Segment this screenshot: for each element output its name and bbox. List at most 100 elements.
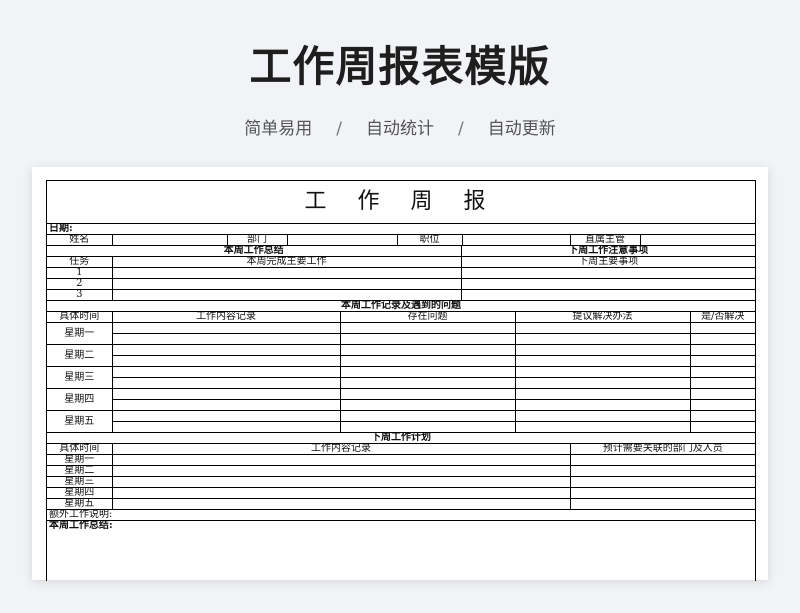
record-cell[interactable] xyxy=(514,355,691,367)
summary-table: 本周工作总结 下周工作注意事项 任务 本周完成主要工作 下周主要事项 1 2 3 xyxy=(47,246,755,301)
plan-cell[interactable] xyxy=(569,465,756,477)
record-cell[interactable] xyxy=(689,355,756,367)
tag-auto-update: 自动更新 xyxy=(487,119,556,139)
plan-header-depts: 预计需要关联的部门及人员 xyxy=(569,443,756,455)
task-cell[interactable] xyxy=(111,267,462,279)
task-cell[interactable] xyxy=(111,289,462,301)
record-cell[interactable] xyxy=(514,377,691,389)
spreadsheet-preview: 工 作 周 报 日期: 姓名 部门 职位 直属主管 本周工作总结 下周工作注意事… xyxy=(32,167,768,581)
weekday-cell: 星期一 xyxy=(47,322,113,345)
record-cell[interactable] xyxy=(339,410,516,422)
task-main-header: 本周完成主要工作 xyxy=(111,256,462,268)
record-cell[interactable] xyxy=(112,377,341,389)
tag-easy: 简单易用 xyxy=(244,119,313,139)
summary-section-title: 本周工作总结 xyxy=(47,246,462,257)
record-cell[interactable] xyxy=(514,410,691,422)
plan-table: 下周工作计划 具体时间 工作内容记录 预计需要关联的部门及人员 星期一 星期二 … xyxy=(47,433,756,531)
task-number: 2 xyxy=(47,278,113,290)
next-task-cell[interactable] xyxy=(460,278,755,290)
feature-tags: 简单易用 / 自动统计 / 自动更新 xyxy=(0,114,800,139)
record-cell[interactable] xyxy=(339,333,516,345)
plan-cell[interactable] xyxy=(111,487,571,499)
record-cell[interactable] xyxy=(112,421,341,433)
separator: / xyxy=(336,119,342,139)
supervisor-label: 直属主管 xyxy=(569,234,641,246)
next-task-cell[interactable] xyxy=(460,267,755,279)
record-table: 本周工作记录及遇到的问题 具体时间 工作内容记录 存在问题 提议解决办法 是/否… xyxy=(47,301,756,433)
record-cell[interactable] xyxy=(689,388,756,400)
name-cell[interactable] xyxy=(111,234,228,246)
info-table: 日期: 姓名 部门 职位 直属主管 xyxy=(47,224,756,246)
record-cell[interactable] xyxy=(689,377,756,389)
supervisor-cell[interactable] xyxy=(639,234,756,246)
task-cell[interactable] xyxy=(111,278,462,290)
record-cell[interactable] xyxy=(514,344,691,356)
record-cell[interactable] xyxy=(111,388,341,400)
plan-weekday: 星期五 xyxy=(47,498,113,510)
record-header-solution: 提议解决办法 xyxy=(514,311,691,323)
record-cell[interactable] xyxy=(689,421,756,433)
record-cell[interactable] xyxy=(514,322,691,334)
plan-weekday: 星期二 xyxy=(47,465,113,477)
dept-cell[interactable] xyxy=(286,234,398,246)
position-cell[interactable] xyxy=(461,234,571,246)
record-cell[interactable] xyxy=(514,421,691,433)
form-title: 工 作 周 报 xyxy=(47,181,755,224)
page-title: 工作周报表模版 xyxy=(249,42,551,91)
weekday-cell: 星期四 xyxy=(47,388,113,411)
plan-cell[interactable] xyxy=(569,476,756,488)
record-cell[interactable] xyxy=(514,399,691,411)
notes-section-title: 下周工作注意事项 xyxy=(460,246,755,257)
tag-auto-stats: 自动统计 xyxy=(366,119,434,139)
record-cell[interactable] xyxy=(112,333,341,345)
record-cell[interactable] xyxy=(689,366,756,378)
record-cell[interactable] xyxy=(339,322,516,334)
record-cell[interactable] xyxy=(112,355,341,367)
weekly-report-form: 工 作 周 报 日期: 姓名 部门 职位 直属主管 本周工作总结 下周工作注意事… xyxy=(46,180,756,581)
record-header-problem: 存在问题 xyxy=(339,311,516,323)
plan-header-content: 工作内容记录 xyxy=(111,443,571,455)
record-section-title: 本周工作记录及遇到的问题 xyxy=(47,301,756,312)
record-cell[interactable] xyxy=(339,377,516,389)
record-header-time: 具体时间 xyxy=(47,311,113,323)
position-label: 职位 xyxy=(396,234,463,246)
record-cell[interactable] xyxy=(339,344,516,356)
next-task-cell[interactable] xyxy=(460,289,755,301)
plan-cell[interactable] xyxy=(111,465,571,477)
record-cell[interactable] xyxy=(111,322,341,334)
record-cell[interactable] xyxy=(689,410,756,422)
record-cell[interactable] xyxy=(339,355,516,367)
record-header-resolved: 是/否解决 xyxy=(689,311,756,323)
weekday-cell: 星期三 xyxy=(47,366,113,389)
record-cell[interactable] xyxy=(689,344,756,356)
record-cell[interactable] xyxy=(514,333,691,345)
record-cell[interactable] xyxy=(111,344,341,356)
plan-weekday: 星期三 xyxy=(47,476,113,488)
record-cell[interactable] xyxy=(514,388,691,400)
name-label: 姓名 xyxy=(47,234,113,246)
record-cell[interactable] xyxy=(339,421,516,433)
record-cell[interactable] xyxy=(339,399,516,411)
separator: / xyxy=(458,119,464,139)
plan-cell[interactable] xyxy=(111,498,571,510)
task-number: 1 xyxy=(47,267,113,279)
record-cell[interactable] xyxy=(689,333,756,345)
record-cell[interactable] xyxy=(689,399,756,411)
record-header-content: 工作内容记录 xyxy=(111,311,341,323)
plan-cell[interactable] xyxy=(569,498,756,510)
plan-weekday: 星期四 xyxy=(47,487,113,499)
extra-work-label: 额外工作说明: xyxy=(47,509,756,521)
record-cell[interactable] xyxy=(112,399,341,411)
date-label: 日期: xyxy=(47,224,756,235)
plan-cell[interactable] xyxy=(111,476,571,488)
record-cell[interactable] xyxy=(689,322,756,334)
record-cell[interactable] xyxy=(111,366,341,378)
plan-cell[interactable] xyxy=(569,454,756,466)
record-cell[interactable] xyxy=(111,410,341,422)
plan-cell[interactable] xyxy=(569,487,756,499)
record-cell[interactable] xyxy=(514,366,691,378)
plan-weekday: 星期一 xyxy=(47,454,113,466)
plan-cell[interactable] xyxy=(111,454,571,466)
record-cell[interactable] xyxy=(339,388,516,400)
record-cell[interactable] xyxy=(339,366,516,378)
